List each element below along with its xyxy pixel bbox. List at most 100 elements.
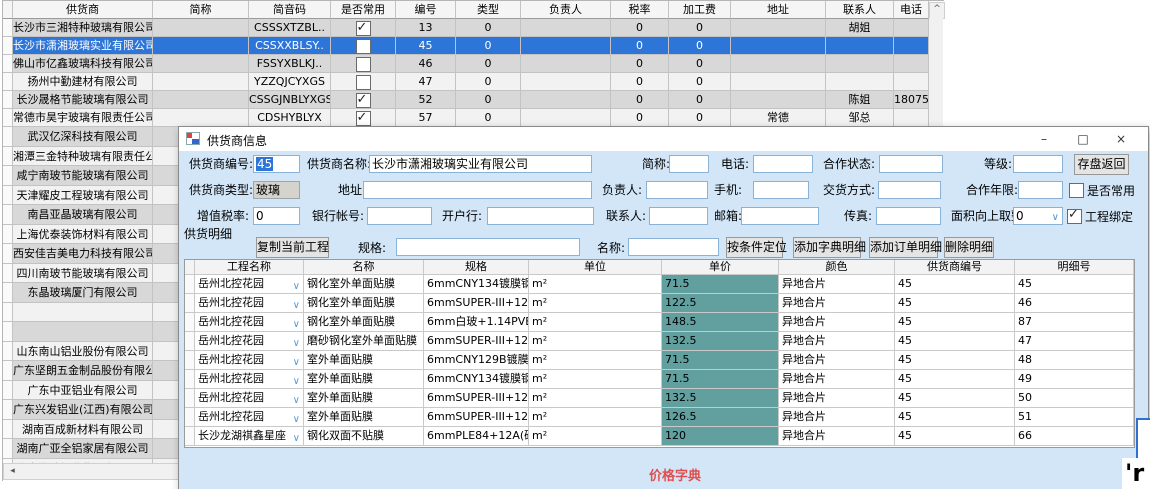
save-return-button[interactable]: 存盘返回 bbox=[1074, 154, 1129, 175]
vat-rate-input[interactable]: 0 bbox=[253, 207, 300, 225]
unit-price-cell[interactable]: 122.5 bbox=[662, 294, 779, 313]
detail-cell[interactable]: 钢化双面不贴膜 bbox=[304, 427, 424, 446]
supplier-cell[interactable]: 常德市昊宇玻璃有限责任公司 bbox=[13, 109, 153, 127]
area-round-up-select[interactable]: 0 bbox=[1013, 207, 1063, 225]
detail-cell[interactable]: 室外单面贴膜 bbox=[304, 351, 424, 370]
detail-cell[interactable]: 87 bbox=[1015, 313, 1134, 332]
supplier-cell[interactable]: 0 bbox=[456, 91, 521, 109]
supplier-cell[interactable]: 广东兴发铝业(江西)有限公司 bbox=[13, 400, 153, 420]
detail-cell[interactable]: 46 bbox=[1015, 294, 1134, 313]
supplier-row[interactable]: 长沙市潇湘玻璃实业有限公司CSSXXBLSY..45000 bbox=[3, 37, 943, 55]
column-header[interactable]: 是否常用 bbox=[331, 1, 396, 19]
detail-cell[interactable]: 45 bbox=[895, 351, 1015, 370]
detail-cell[interactable]: 45 bbox=[1015, 275, 1134, 294]
supplier-cell[interactable]: 邹总 bbox=[826, 109, 894, 127]
column-header[interactable]: 类型 bbox=[456, 1, 521, 19]
coop-status-input[interactable] bbox=[879, 155, 943, 173]
supplier-cell[interactable] bbox=[826, 37, 894, 55]
email-input[interactable] bbox=[741, 207, 819, 225]
supplier-row[interactable]: 常德市昊宇玻璃有限责任公司CDSHYBLYX57000常德邹总 bbox=[3, 109, 943, 127]
unit-price-cell[interactable]: 71.5 bbox=[662, 370, 779, 389]
column-header[interactable]: 颜色 bbox=[779, 260, 895, 275]
common-flag-cell[interactable] bbox=[331, 55, 396, 73]
column-header[interactable]: 编号 bbox=[396, 1, 456, 19]
detail-cell[interactable]: 66 bbox=[1015, 427, 1134, 446]
supplier-row[interactable]: 佛山市亿鑫玻璃科技有限公司FSSYXBLKJ..46000 bbox=[3, 55, 943, 73]
detail-cell[interactable]: 磨砂钢化室外单面贴膜 bbox=[304, 332, 424, 351]
detail-cell[interactable]: 48 bbox=[1015, 351, 1134, 370]
supplier-cell[interactable]: 0 bbox=[669, 91, 731, 109]
detail-cell[interactable]: 45 bbox=[895, 408, 1015, 427]
detail-cell[interactable]: 45 bbox=[895, 275, 1015, 294]
supplier-cell[interactable] bbox=[521, 109, 611, 127]
supplier-cell[interactable]: 0 bbox=[611, 19, 669, 37]
column-header[interactable]: 规格 bbox=[424, 260, 529, 275]
close-button[interactable]: × bbox=[1104, 127, 1138, 151]
bank-account-input[interactable] bbox=[367, 207, 432, 225]
supplier-cell[interactable] bbox=[153, 55, 249, 73]
supplier-cell[interactable]: 扬州中勤建材有限公司 bbox=[13, 73, 153, 91]
supplier-cell[interactable]: 湖南广亚全铝家居有限公司 bbox=[13, 439, 153, 459]
supplier-cell[interactable] bbox=[521, 37, 611, 55]
add-dict-detail-button[interactable]: 添加字典明细 bbox=[793, 237, 861, 258]
supplier-cell[interactable]: 0 bbox=[669, 37, 731, 55]
unit-price-cell[interactable]: 132.5 bbox=[662, 389, 779, 408]
detail-cell[interactable]: m² bbox=[529, 370, 662, 389]
supplier-cell[interactable]: 广东坚朗五金制品股份有限公司 bbox=[13, 361, 153, 381]
detail-cell[interactable]: 异地合片 bbox=[779, 313, 895, 332]
detail-cell[interactable]: 异地合片 bbox=[779, 389, 895, 408]
supplier-cell[interactable] bbox=[894, 55, 929, 73]
supplier-cell[interactable]: 湘潭三金特种玻璃有限责任公司 bbox=[13, 147, 153, 167]
project-combo-cell[interactable]: 岳州北控花园 bbox=[195, 313, 304, 332]
is-common-checkbox[interactable]: 是否常用 bbox=[1069, 182, 1135, 198]
coop-years-input[interactable] bbox=[1018, 181, 1063, 199]
unit-price-cell[interactable]: 71.5 bbox=[662, 275, 779, 294]
supplier-cell[interactable]: 13 bbox=[396, 19, 456, 37]
scroll-up-button[interactable] bbox=[929, 2, 945, 19]
detail-cell[interactable]: 49 bbox=[1015, 370, 1134, 389]
detail-row[interactable]: 岳州北控花园钢化室外单面贴膜6mm白玻+1.14PVB+6mm...m²148.… bbox=[185, 313, 1134, 332]
column-header[interactable]: 单位 bbox=[529, 260, 662, 275]
supplier-type-input[interactable]: 玻璃 bbox=[253, 181, 300, 199]
dialog-titlebar[interactable]: 供货商信息 – □ × bbox=[179, 127, 1148, 151]
detail-cell[interactable]: m² bbox=[529, 294, 662, 313]
supplier-cell[interactable] bbox=[731, 55, 826, 73]
detail-cell[interactable]: 6mmSUPER-III+12A(硅... bbox=[424, 389, 529, 408]
detail-cell[interactable]: 6mmCNY129B镀膜钢化 bbox=[424, 351, 529, 370]
supplier-cell[interactable] bbox=[153, 73, 249, 91]
supplier-cell[interactable] bbox=[731, 37, 826, 55]
delete-detail-button[interactable]: 删除明细 bbox=[944, 237, 994, 258]
common-flag-cell[interactable] bbox=[331, 73, 396, 91]
supplier-cell[interactable] bbox=[153, 91, 249, 109]
project-combo-cell[interactable]: 岳州北控花园 bbox=[195, 275, 304, 294]
detail-cell[interactable]: 6mmSUPER-III+12A(硅... bbox=[424, 332, 529, 351]
detail-row[interactable]: 长沙龙湖祺鑫星座钢化双面不贴膜6mmPLE84+12A(硅酮胶...m²120异… bbox=[185, 427, 1134, 446]
supplier-cell[interactable]: 四川南玻节能玻璃有限公司 bbox=[13, 264, 153, 284]
project-combo-cell[interactable]: 岳州北控花园 bbox=[195, 408, 304, 427]
supplier-cell[interactable]: 长沙市潇湘玻璃实业有限公司 bbox=[13, 37, 153, 55]
column-header[interactable]: 明细号 bbox=[1015, 260, 1134, 275]
supplier-cell[interactable]: 武汉亿深科技有限公司 bbox=[13, 127, 153, 147]
project-combo-cell[interactable]: 岳州北控花园 bbox=[195, 351, 304, 370]
delivery-mode-input[interactable] bbox=[878, 181, 941, 199]
unit-price-cell[interactable]: 120 bbox=[662, 427, 779, 446]
fax-input[interactable] bbox=[876, 207, 941, 225]
supplier-cell[interactable]: 咸宁南玻节能玻璃有限公司 bbox=[13, 166, 153, 186]
detail-cell[interactable]: 钢化室外单面贴膜 bbox=[304, 275, 424, 294]
checkbox-icon[interactable] bbox=[356, 21, 371, 36]
detail-row[interactable]: 岳州北控花园室外单面贴膜6mmSUPER-III+12A(硅...m²126.5… bbox=[185, 408, 1134, 427]
supplier-cell[interactable] bbox=[153, 19, 249, 37]
detail-cell[interactable]: 6mmSUPER-III+12A(硅... bbox=[424, 408, 529, 427]
supplier-cell[interactable]: 0 bbox=[456, 37, 521, 55]
detail-cell[interactable]: m² bbox=[529, 389, 662, 408]
detail-cell[interactable]: 45 bbox=[895, 427, 1015, 446]
copy-current-project-button[interactable]: 复制当前工程 bbox=[256, 237, 329, 258]
bank-name-input[interactable] bbox=[487, 207, 594, 225]
supplier-cell[interactable]: 湖南百成新材料有限公司 bbox=[13, 420, 153, 440]
supplier-cell[interactable]: 天津耀皮工程玻璃有限公司 bbox=[13, 186, 153, 206]
column-header[interactable]: 税率 bbox=[611, 1, 669, 19]
checkbox-icon[interactable] bbox=[356, 75, 371, 90]
detail-row[interactable]: 岳州北控花园室外单面贴膜6mmCNY134镀膜钢化m²71.5异地合片4549 bbox=[185, 370, 1134, 389]
project-combo-cell[interactable]: 长沙龙湖祺鑫星座 bbox=[195, 427, 304, 446]
column-header[interactable]: 名称 bbox=[304, 260, 424, 275]
